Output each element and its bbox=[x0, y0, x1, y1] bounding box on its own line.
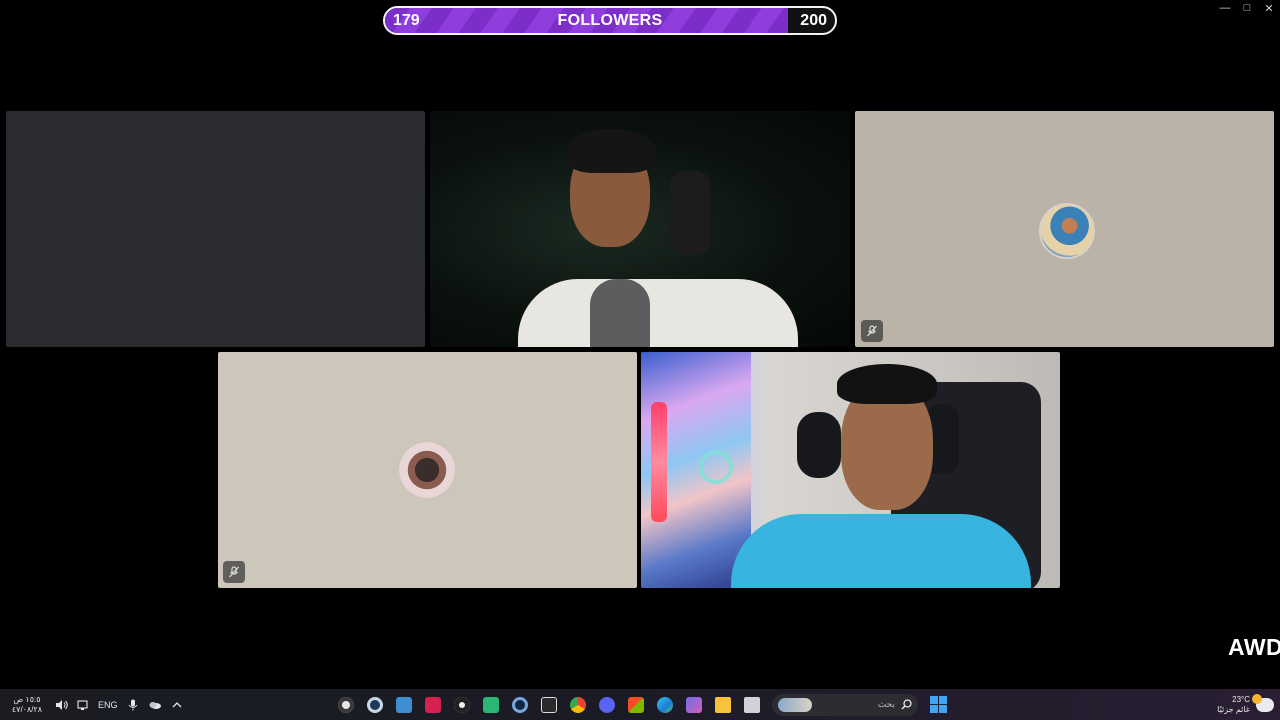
clock-date: ٤٧/٠٨/٢٨ bbox=[11, 704, 43, 714]
weather-temperature: 23°C bbox=[1232, 694, 1250, 704]
participant-video-figure bbox=[518, 279, 798, 347]
participant-avatar bbox=[399, 442, 455, 498]
participant-hair bbox=[837, 364, 937, 404]
task-view-icon[interactable] bbox=[740, 693, 764, 717]
participant-hair bbox=[566, 129, 656, 173]
epic-games-icon[interactable] bbox=[537, 693, 561, 717]
goal-target-count: 200 bbox=[800, 12, 827, 29]
affinity-icon[interactable] bbox=[421, 693, 445, 717]
weather-widget[interactable]: 23°C غائم جزئيًا bbox=[1217, 689, 1274, 720]
clock-time: ١٥:٥ ص bbox=[13, 694, 41, 704]
search-highlight-image bbox=[778, 697, 812, 712]
window-controls: — □ ✕ bbox=[1214, 0, 1280, 16]
participant-tile-camera-bottom[interactable] bbox=[641, 352, 1060, 588]
participant-tile-avatar-bottom-left[interactable] bbox=[218, 352, 637, 588]
mic-muted-icon bbox=[861, 320, 883, 342]
file-explorer-icon[interactable] bbox=[711, 693, 735, 717]
store-icon[interactable] bbox=[624, 693, 648, 717]
discord-icon[interactable] bbox=[595, 693, 619, 717]
microphone-icon[interactable] bbox=[126, 698, 140, 712]
teams-icon[interactable] bbox=[682, 693, 706, 717]
language-indicator[interactable]: ENG bbox=[98, 700, 118, 710]
maximize-icon[interactable]: □ bbox=[1236, 0, 1258, 16]
watermark-text: AWD bbox=[1228, 634, 1280, 660]
rgb-fan-ring bbox=[699, 450, 733, 484]
network-icon[interactable] bbox=[76, 698, 90, 712]
search-icon bbox=[901, 699, 912, 710]
followers-goal-bar: 179 FOLLOWERS 200 bbox=[383, 6, 837, 35]
taskbar-apps: بحث bbox=[334, 689, 950, 720]
close-icon[interactable]: ✕ bbox=[1258, 0, 1280, 16]
rgb-light-strip bbox=[651, 402, 667, 522]
participant-tile-camera-top[interactable] bbox=[430, 111, 850, 347]
xbox-icon[interactable] bbox=[392, 693, 416, 717]
discord-alt-icon[interactable] bbox=[479, 693, 503, 717]
headset bbox=[670, 171, 710, 255]
mic-muted-icon bbox=[223, 561, 245, 583]
edge-icon[interactable] bbox=[653, 693, 677, 717]
search-placeholder: بحث bbox=[877, 699, 895, 709]
microphone bbox=[590, 279, 650, 347]
participant-avatar bbox=[1039, 203, 1095, 259]
weather-description: غائم جزئيًا bbox=[1217, 704, 1250, 714]
steam-2-icon[interactable] bbox=[508, 693, 532, 717]
steam-icon[interactable] bbox=[363, 693, 387, 717]
onedrive-icon[interactable] bbox=[148, 698, 162, 712]
speaker-icon[interactable] bbox=[54, 698, 68, 712]
steelseries-icon[interactable] bbox=[450, 693, 474, 717]
participant-tile-empty[interactable] bbox=[6, 111, 425, 347]
obs-icon[interactable] bbox=[334, 693, 358, 717]
chevron-up-icon[interactable] bbox=[170, 698, 184, 712]
participant-video-figure bbox=[731, 514, 1031, 588]
minimize-icon[interactable]: — bbox=[1214, 0, 1236, 16]
partly-cloudy-icon bbox=[1252, 693, 1274, 712]
system-tray: ١٥:٥ ص ٤٧/٠٨/٢٨ ENG bbox=[8, 689, 184, 720]
headset bbox=[797, 412, 841, 478]
taskbar: ١٥:٥ ص ٤٧/٠٨/٢٨ ENG بحث 23°C غائم جزئيًا bbox=[0, 689, 1280, 720]
start-windows-icon[interactable] bbox=[926, 693, 950, 717]
chrome-icon[interactable] bbox=[566, 693, 590, 717]
clock[interactable]: ١٥:٥ ص ٤٧/٠٨/٢٨ bbox=[8, 695, 46, 715]
goal-label: FOLLOWERS bbox=[557, 12, 663, 29]
taskbar-search[interactable]: بحث bbox=[772, 693, 918, 716]
participant-tile-avatar-top-right[interactable] bbox=[855, 111, 1274, 347]
